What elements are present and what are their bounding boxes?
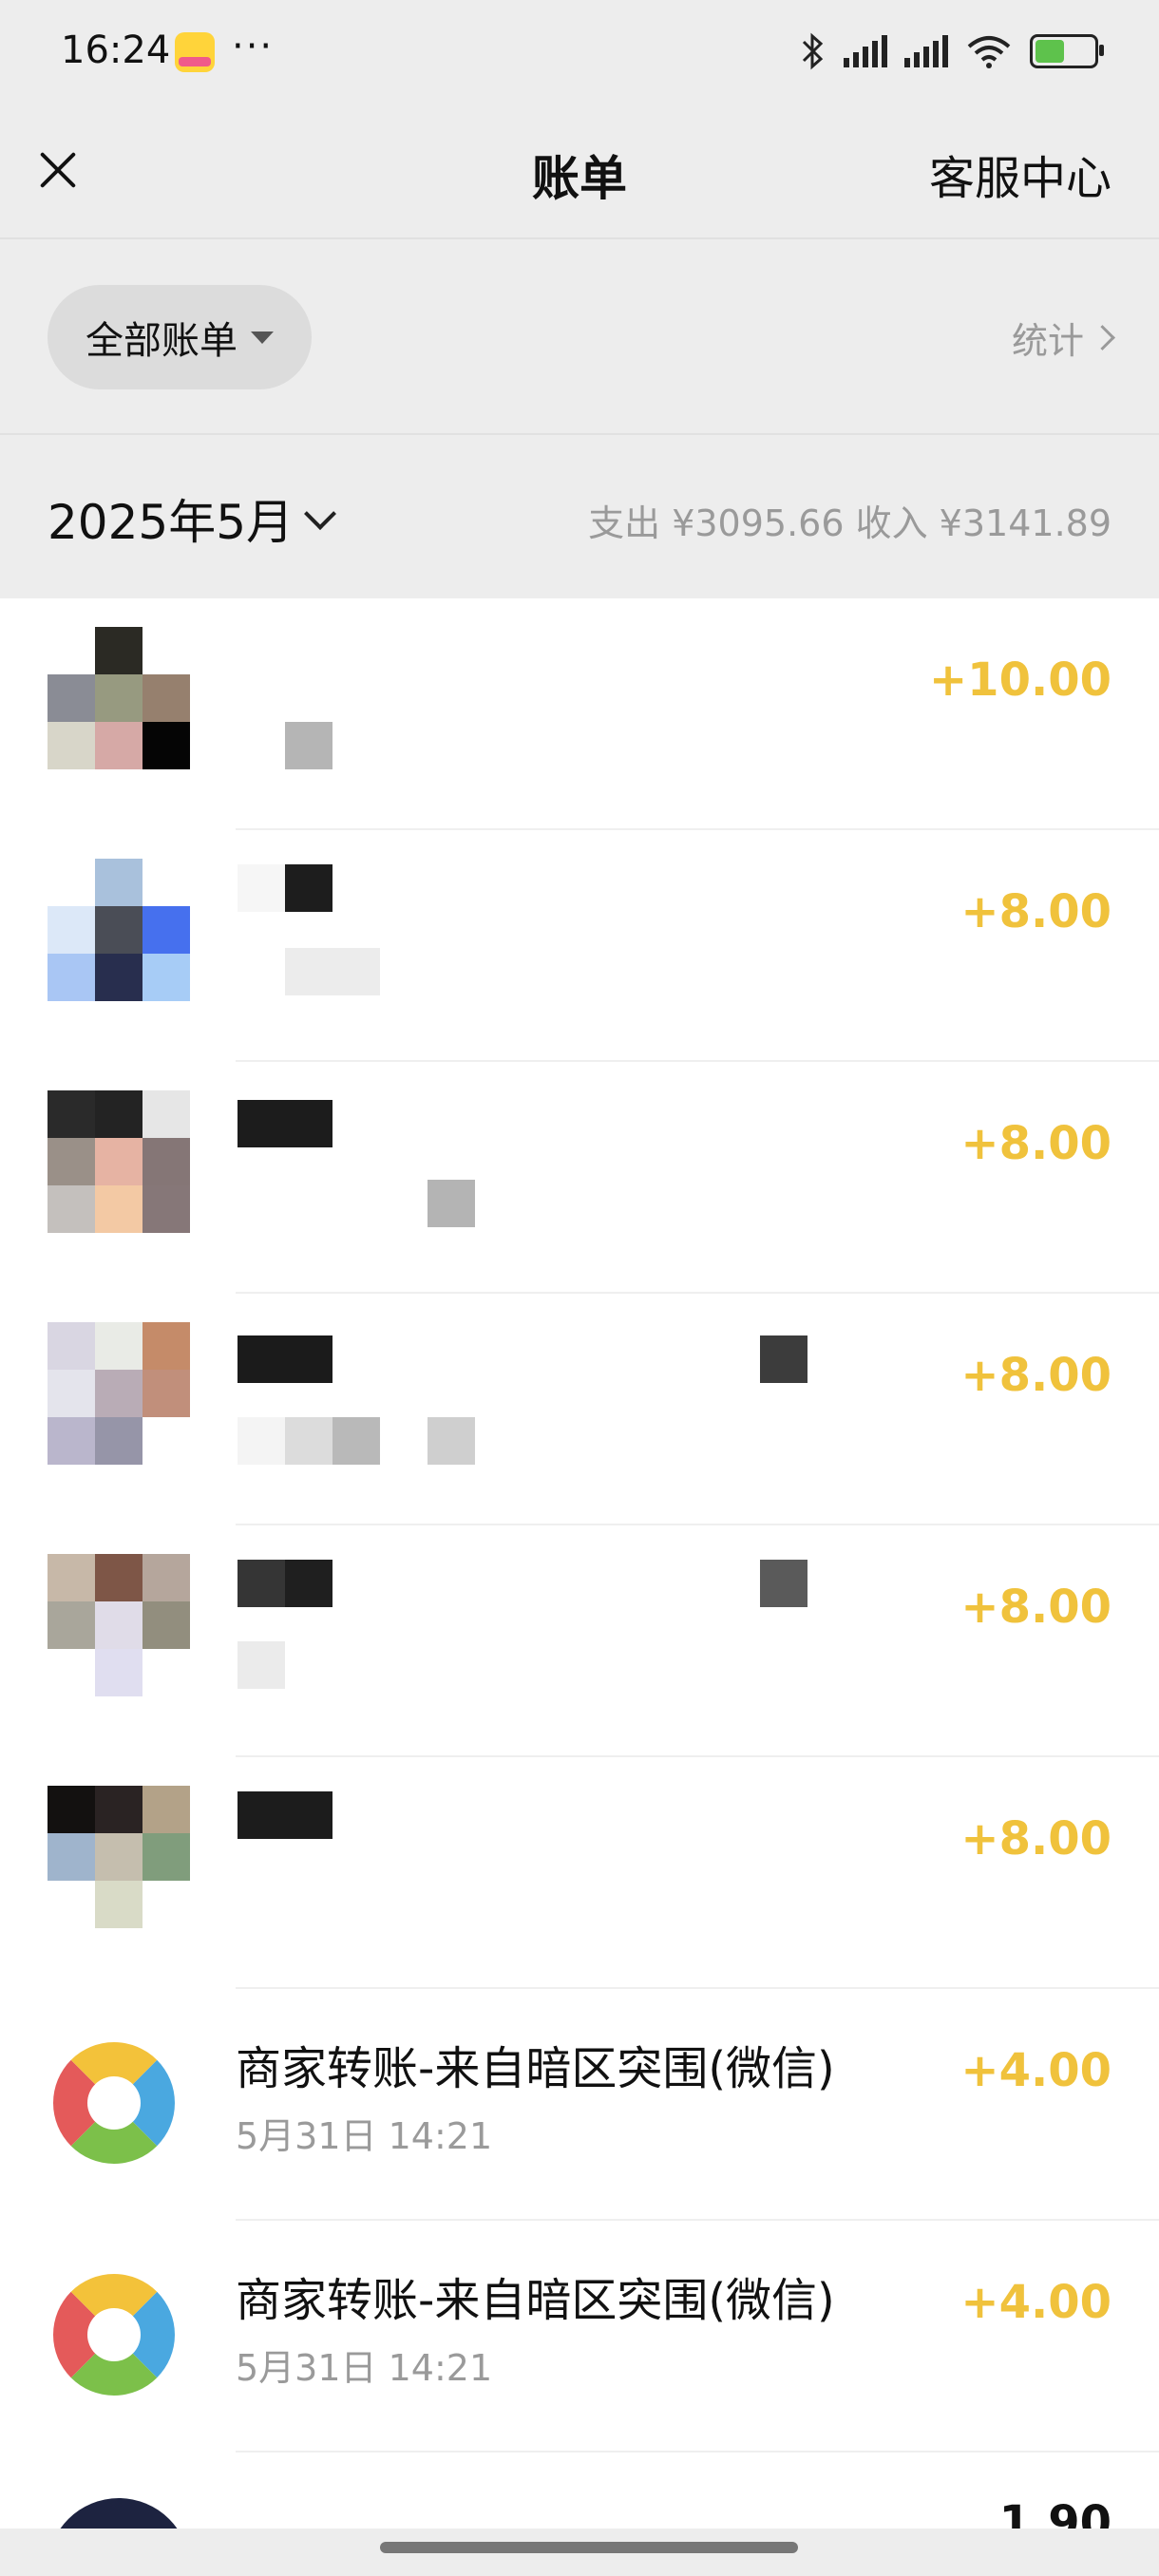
signal-icon-2 — [904, 35, 948, 67]
avatar — [48, 1090, 190, 1233]
avatar — [48, 627, 190, 769]
item-title: 商家转账-来自暗区突围(微信) — [236, 2042, 835, 2095]
avatar — [48, 1322, 190, 1465]
list-item[interactable]: +10.00 — [0, 598, 1159, 830]
status-time: 16:24 — [61, 28, 171, 72]
merchant-logo-icon — [53, 2274, 175, 2396]
item-amount: +8.00 — [960, 1349, 1112, 1402]
bluetooth-icon — [802, 32, 824, 70]
avatar — [48, 1554, 190, 1696]
bill-filter-dropdown[interactable]: 全部账单 — [48, 285, 312, 389]
list-item[interactable]: 商家转账-来自暗区突围(微信) 5月31日 14:21 +4.00 — [0, 2221, 1159, 2453]
signal-icon-1 — [844, 35, 887, 67]
redacted-block — [760, 1560, 808, 1607]
item-time: 5月31日 14:21 — [236, 2115, 493, 2157]
transaction-list: +10.00 +8.00 +8.00 +8.00 +8.00 +8.00 商家转… — [0, 598, 1159, 2529]
item-amount: +8.00 — [960, 1812, 1112, 1866]
item-amount: +8.00 — [960, 885, 1112, 938]
item-amount: +4.00 — [960, 2044, 1112, 2097]
caret-down-icon — [251, 331, 274, 344]
redacted-block — [238, 1100, 332, 1147]
list-item[interactable]: +8.00 — [0, 1757, 1159, 1989]
status-bar: 16:24 ··· — [0, 0, 1159, 104]
item-amount: +4.00 — [960, 2276, 1112, 2329]
redacted-block — [332, 1417, 380, 1465]
statistics-label: 统计 — [1011, 320, 1084, 362]
redacted-block — [285, 1560, 332, 1607]
divider — [236, 2451, 1159, 2453]
avatar — [48, 859, 190, 1001]
nav-bar: 账单 客服中心 — [0, 104, 1159, 237]
redacted-block — [285, 1417, 332, 1465]
list-item[interactable]: +8.00 — [0, 1294, 1159, 1525]
customer-service-link[interactable]: 客服中心 — [929, 141, 1112, 207]
avatar — [48, 2498, 190, 2529]
redacted-block — [760, 1335, 808, 1383]
statistics-link[interactable]: 统计 — [1011, 312, 1115, 364]
status-icons — [800, 32, 1104, 70]
list-item[interactable]: 商家转账-来自暗区突围(微信) 5月31日 14:21 +4.00 — [0, 1989, 1159, 2221]
month-summary: 支出 ¥3095.66 收入 ¥3141.89 — [588, 502, 1112, 544]
item-amount: +10.00 — [928, 653, 1112, 707]
home-indicator[interactable] — [380, 2542, 798, 2553]
redacted-block — [428, 1180, 475, 1227]
avatar — [48, 1786, 190, 1928]
merchant-logo-icon — [53, 2042, 175, 2164]
redacted-block — [285, 948, 380, 995]
item-amount: +8.00 — [960, 1581, 1112, 1634]
redacted-block — [238, 1791, 332, 1839]
meituan-app-icon — [175, 32, 215, 72]
item-amount: 1.90 — [998, 2496, 1112, 2529]
redacted-block — [428, 1417, 475, 1465]
item-amount: +8.00 — [960, 1117, 1112, 1170]
redacted-block — [238, 1417, 285, 1465]
item-title: 商家转账-来自暗区突围(微信) — [236, 2274, 835, 2327]
chevron-down-icon — [304, 498, 337, 530]
month-header: 2025年5月 支出 ¥3095.66 收入 ¥3141.89 — [0, 435, 1159, 598]
wifi-icon — [967, 36, 1011, 68]
list-item[interactable]: +8.00 — [0, 1525, 1159, 1757]
item-time: 5月31日 14:21 — [236, 2347, 493, 2389]
more-notifications-icon: ··· — [232, 25, 275, 68]
redacted-block — [238, 1641, 285, 1689]
chevron-right-icon — [1090, 325, 1115, 350]
battery-icon — [1030, 34, 1104, 68]
redacted-block — [238, 1560, 285, 1607]
bill-filter-label: 全部账单 — [86, 319, 238, 363]
redacted-block — [285, 722, 332, 769]
redacted-block — [285, 864, 332, 912]
filter-row: 全部账单 统计 — [0, 239, 1159, 433]
list-item[interactable]: +8.00 — [0, 830, 1159, 1062]
list-item[interactable]: +8.00 — [0, 1062, 1159, 1294]
month-selector[interactable]: 2025年5月 — [48, 484, 337, 553]
month-label: 2025年5月 — [48, 495, 294, 550]
redacted-block — [238, 864, 285, 912]
redacted-block — [238, 1335, 332, 1383]
